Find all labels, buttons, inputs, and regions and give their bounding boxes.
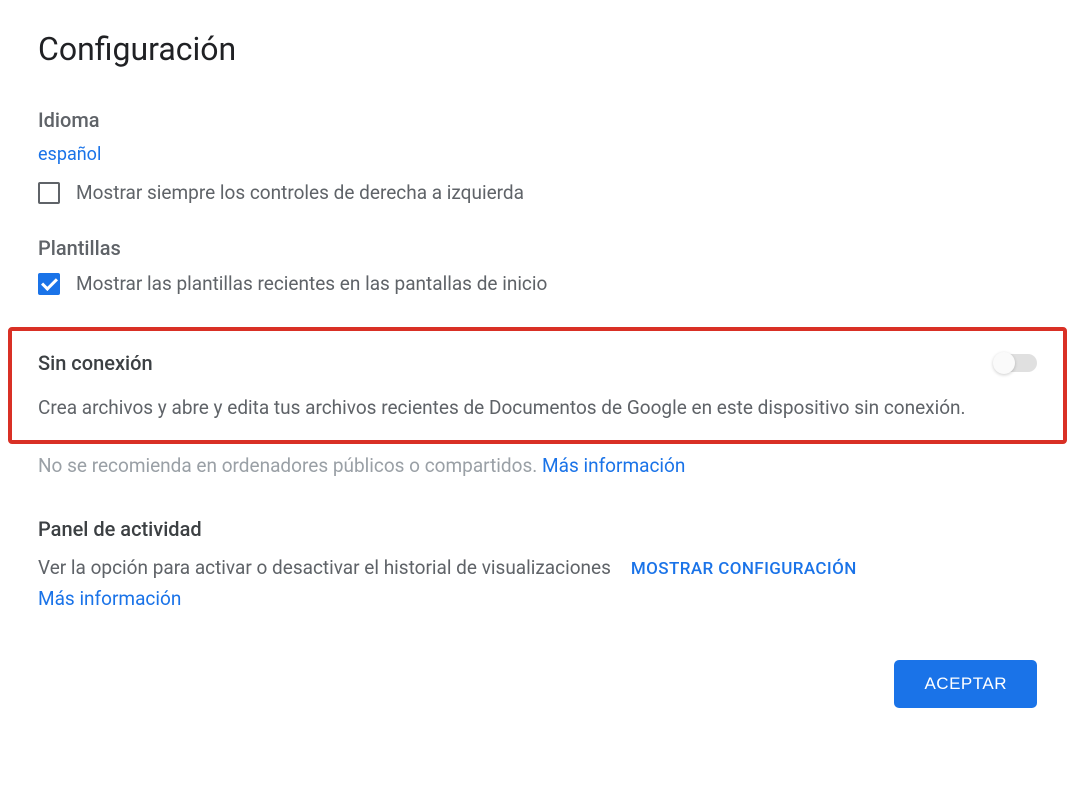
offline-toggle-knob — [993, 352, 1015, 374]
offline-description: Crea archivos y abre y edita tus archivo… — [38, 393, 1037, 422]
offline-toggle[interactable] — [995, 354, 1037, 372]
language-heading: Idioma — [38, 108, 1037, 132]
offline-more-info-link[interactable]: Más información — [542, 454, 685, 477]
offline-warning-text: No se recomienda en ordenadores públicos… — [38, 454, 542, 477]
rtl-checkbox-label: Mostrar siempre los controles de derecha… — [76, 181, 524, 204]
activity-heading: Panel de actividad — [38, 517, 1037, 541]
accept-button[interactable]: ACEPTAR — [894, 660, 1037, 708]
offline-warning-row: No se recomienda en ordenadores públicos… — [38, 454, 1037, 477]
activity-show-config-link[interactable]: MOSTRAR CONFIGURACIÓN — [631, 559, 857, 579]
language-section: Idioma español Mostrar siempre los contr… — [38, 108, 1037, 204]
activity-row: Ver la opción para activar o desactivar … — [38, 553, 1037, 582]
activity-section: Panel de actividad Ver la opción para ac… — [38, 517, 1037, 609]
templates-section: Plantillas Mostrar las plantillas recien… — [38, 236, 1037, 295]
button-row: ACEPTAR — [38, 660, 1037, 708]
templates-checkbox-row: Mostrar las plantillas recientes en las … — [38, 272, 1037, 295]
templates-heading: Plantillas — [38, 236, 1037, 260]
offline-header-row: Sin conexión — [38, 351, 1037, 375]
activity-description: Ver la opción para activar o desactivar … — [38, 553, 611, 582]
offline-heading: Sin conexión — [38, 351, 153, 375]
language-value-link[interactable]: español — [38, 144, 101, 165]
rtl-checkbox-row: Mostrar siempre los controles de derecha… — [38, 181, 1037, 204]
offline-highlight-box: Sin conexión Crea archivos y abre y edit… — [8, 327, 1067, 444]
templates-checkbox-label: Mostrar las plantillas recientes en las … — [76, 272, 547, 295]
templates-checkbox[interactable] — [38, 273, 60, 295]
page-title: Configuración — [38, 30, 1037, 68]
activity-more-info-link[interactable]: Más información — [38, 587, 181, 610]
rtl-checkbox[interactable] — [38, 182, 60, 204]
